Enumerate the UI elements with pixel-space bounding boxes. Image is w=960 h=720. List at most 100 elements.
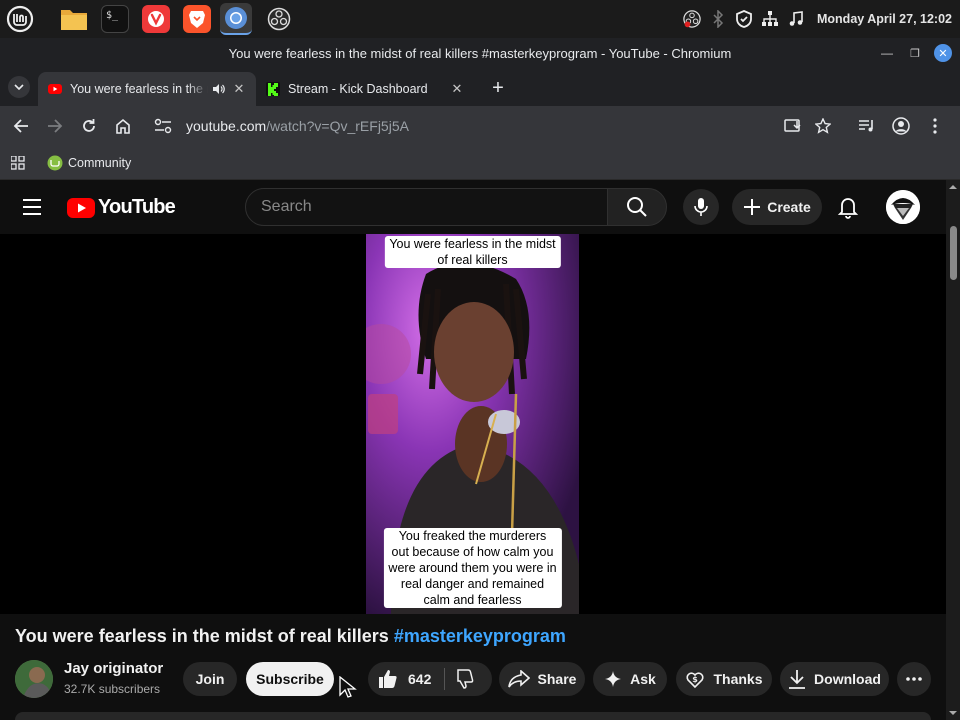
maximize-icon[interactable]: ❐ — [906, 44, 924, 62]
video-frame[interactable]: You were fearless in the midst of real k… — [366, 234, 579, 614]
star-icon — [815, 118, 831, 134]
linux-mint-icon — [47, 155, 63, 170]
taskbar: $_ Monday April 27, 12:02 — [0, 0, 960, 38]
terminal-icon[interactable]: $_ — [101, 5, 129, 33]
tab-search-button[interactable] — [8, 76, 30, 98]
share-icon — [507, 670, 530, 688]
caption-line: You freaked the murderers — [398, 529, 547, 543]
vivaldi-icon[interactable] — [142, 5, 170, 33]
channel-avatar-image-icon — [15, 660, 53, 698]
caption-line: of real killers — [437, 253, 508, 267]
clock[interactable]: Monday April 27, 12:02 — [817, 12, 952, 26]
scroll-up-icon[interactable] — [946, 182, 960, 192]
scroll-down-icon[interactable] — [946, 708, 960, 718]
shield-icon[interactable] — [735, 10, 753, 28]
thumbs-down-icon — [457, 669, 474, 689]
obs-icon[interactable] — [265, 5, 293, 33]
media-queue-icon — [859, 120, 873, 132]
chromium-icon[interactable] — [220, 3, 252, 35]
back-button[interactable] — [4, 109, 38, 143]
site-settings-icon[interactable] — [154, 118, 172, 134]
bookmark-star-button[interactable] — [806, 109, 840, 143]
search-input[interactable] — [261, 198, 607, 216]
home-button[interactable] — [106, 109, 140, 143]
account-avatar[interactable] — [886, 190, 920, 224]
page-scrollbar[interactable] — [946, 180, 960, 720]
search-box — [245, 188, 608, 226]
close-window-icon[interactable]: ✕ — [934, 44, 952, 62]
network-icon[interactable] — [761, 10, 779, 28]
bluetooth-icon[interactable] — [709, 10, 727, 28]
menu-icon[interactable] — [6, 5, 34, 33]
address-bar[interactable]: youtube.com/watch?v=Qv_rEFj5j5A — [142, 110, 842, 142]
thumbs-up-icon — [379, 670, 397, 688]
forward-arrow-icon — [48, 119, 63, 133]
channel-name[interactable]: Jay originator — [64, 660, 163, 677]
search-button[interactable] — [607, 188, 667, 226]
caption-line: were around them you were in — [388, 561, 557, 575]
apps-grid-icon[interactable] — [11, 155, 25, 170]
minimize-icon[interactable]: — — [878, 44, 896, 62]
share-button[interactable]: Share — [499, 662, 585, 696]
tab-youtube[interactable]: You were fearless in the midst of real k… — [38, 72, 256, 106]
speaker-icon[interactable] — [212, 82, 226, 96]
search-icon — [627, 197, 647, 217]
music-icon[interactable] — [787, 10, 805, 28]
logo-text: YouTube — [98, 196, 176, 218]
video-title: You were fearless in the midst of real k… — [15, 626, 566, 647]
thanks-label: Thanks — [713, 671, 763, 687]
description-box-edge[interactable] — [15, 712, 931, 720]
youtube-logo[interactable]: YouTube — [67, 196, 176, 219]
forward-button[interactable] — [38, 109, 72, 143]
hashtag-link[interactable]: #masterkeyprogram — [394, 626, 566, 646]
video-caption-bottom: You freaked the murderers out because of… — [383, 528, 562, 608]
video-caption-top: You were fearless in the midst of real k… — [384, 236, 561, 268]
caption-line: calm and fearless — [423, 593, 522, 607]
mouse-cursor-icon — [339, 676, 357, 698]
window-title-bar: You were fearless in the midst of real k… — [0, 38, 960, 68]
notifications-bell-icon[interactable] — [836, 195, 860, 219]
scrollbar-thumb[interactable] — [950, 226, 957, 280]
voice-search-button[interactable] — [683, 189, 719, 225]
new-tab-button[interactable]: + — [484, 74, 512, 102]
join-label: Join — [195, 671, 225, 687]
video-player[interactable]: You were fearless in the midst of real k… — [0, 234, 946, 614]
kick-favicon-icon — [266, 82, 280, 96]
window-title: You were fearless in the midst of real k… — [228, 45, 732, 61]
bookmark-label: Community — [68, 155, 132, 170]
reload-button[interactable] — [72, 109, 106, 143]
like-count: 642 — [408, 671, 432, 687]
close-tab-icon[interactable]: ✕ — [450, 81, 464, 96]
browser-menu-button[interactable] — [918, 109, 952, 143]
bookmark-community[interactable]: Community — [47, 155, 131, 171]
brave-icon[interactable] — [183, 5, 211, 33]
like-button[interactable]: 642 — [378, 662, 431, 696]
ask-button[interactable]: Ask — [593, 662, 667, 696]
profile-button[interactable] — [884, 109, 918, 143]
microphone-icon — [694, 198, 708, 216]
close-tab-icon[interactable]: ✕ — [232, 81, 246, 96]
join-button[interactable]: Join — [183, 662, 237, 696]
youtube-page: YouTube Create — [0, 180, 960, 720]
back-arrow-icon — [13, 119, 28, 133]
download-button[interactable]: Download — [780, 662, 889, 696]
install-app-button[interactable] — [776, 109, 810, 143]
dislike-button[interactable] — [454, 669, 474, 694]
youtube-play-icon — [67, 197, 95, 218]
thanks-button[interactable]: $ Thanks — [676, 662, 772, 696]
more-actions-button[interactable] — [897, 662, 931, 696]
profile-icon — [892, 117, 910, 135]
url-path: /watch?v=Qv_rEFj5j5A — [266, 118, 409, 134]
install-icon — [784, 119, 801, 132]
ask-label: Ask — [630, 671, 656, 687]
channel-avatar[interactable] — [15, 660, 53, 698]
subscribe-button[interactable]: Subscribe — [246, 662, 334, 696]
media-controls-button[interactable] — [850, 109, 884, 143]
tab-kick[interactable]: Stream - Kick Dashboard ✕ — [256, 72, 474, 106]
subscriber-count: 32.7K subscribers — [64, 682, 161, 696]
obs-tray-icon[interactable] — [683, 10, 701, 28]
create-button[interactable]: Create — [732, 189, 822, 225]
files-icon[interactable] — [60, 5, 88, 33]
create-label: Create — [767, 199, 811, 215]
hamburger-menu-icon[interactable] — [22, 198, 44, 216]
